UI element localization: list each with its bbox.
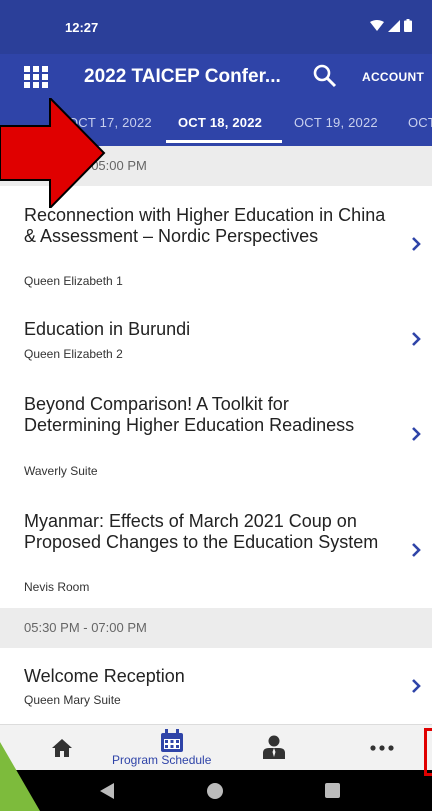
chevron-right-icon	[412, 332, 421, 346]
session-room: Queen Elizabeth 1	[24, 274, 123, 288]
person-icon[interactable]	[263, 735, 285, 759]
back-icon[interactable]	[100, 783, 114, 799]
status-time: 12:27	[65, 20, 99, 35]
session-row[interactable]: Beyond Comparison! A Toolkit for Determi…	[0, 376, 432, 493]
wifi-icon	[370, 19, 384, 31]
search-icon[interactable]	[312, 63, 338, 89]
chevron-right-icon	[412, 543, 421, 557]
session-room: Queen Mary Suite	[24, 693, 121, 707]
session-title: Reconnection with Higher Education in Ch…	[24, 205, 386, 246]
chevron-right-icon	[412, 679, 421, 693]
tab-oct-20[interactable]: OCT	[408, 115, 432, 130]
red-arrow-annotation	[0, 98, 106, 208]
account-button[interactable]: ACCOUNT	[362, 70, 424, 84]
session-title: Myanmar: Effects of March 2021 Coup on P…	[24, 511, 379, 552]
session-room: Queen Elizabeth 2	[24, 347, 123, 361]
bottom-navigation: Program Schedule	[0, 724, 432, 771]
recents-icon[interactable]	[325, 783, 340, 798]
grid-menu-icon[interactable]	[24, 66, 48, 88]
more-icon[interactable]	[370, 745, 394, 751]
green-corner-decoration	[0, 742, 40, 811]
app-title: 2022 TAICEP Confer...	[84, 66, 281, 87]
red-highlight-box	[424, 728, 432, 776]
session-room: Nevis Room	[24, 580, 90, 594]
active-tab-indicator	[166, 140, 282, 143]
session-title: Welcome Reception	[24, 666, 185, 686]
session-title: Beyond Comparison! A Toolkit for Determi…	[24, 394, 355, 435]
schedule-list: 03:30 PM - 05:00 PM Reconnection with Hi…	[0, 146, 432, 724]
session-row[interactable]: Myanmar: Effects of March 2021 Coup on P…	[0, 492, 432, 609]
home-circle-icon[interactable]	[206, 782, 224, 800]
chevron-right-icon	[412, 237, 421, 251]
calendar-icon[interactable]	[160, 729, 184, 753]
battery-icon	[404, 19, 412, 32]
session-row[interactable]: Welcome Reception Queen Mary Suite	[0, 648, 432, 724]
system-icons	[370, 19, 412, 32]
program-schedule-label[interactable]: Program Schedule	[112, 753, 211, 767]
tab-oct-19[interactable]: OCT 19, 2022	[294, 115, 378, 130]
tab-oct-18[interactable]: OCT 18, 2022	[178, 115, 262, 130]
time-section-header: 05:30 PM - 07:00 PM	[0, 608, 432, 649]
session-title: Education in Burundi	[24, 319, 191, 339]
home-icon[interactable]	[52, 739, 72, 757]
chevron-right-icon	[412, 427, 421, 441]
session-row[interactable]: Education in Burundi Queen Elizabeth 2	[0, 302, 432, 377]
time-range-label: 05:30 PM - 07:00 PM	[24, 620, 147, 635]
session-room: Waverly Suite	[24, 464, 98, 478]
signal-icon	[388, 19, 400, 32]
status-bar: 12:27	[0, 0, 432, 54]
system-navigation-bar	[0, 770, 432, 811]
app-bar: 2022 TAICEP Confer... ACCOUNT	[0, 54, 432, 100]
